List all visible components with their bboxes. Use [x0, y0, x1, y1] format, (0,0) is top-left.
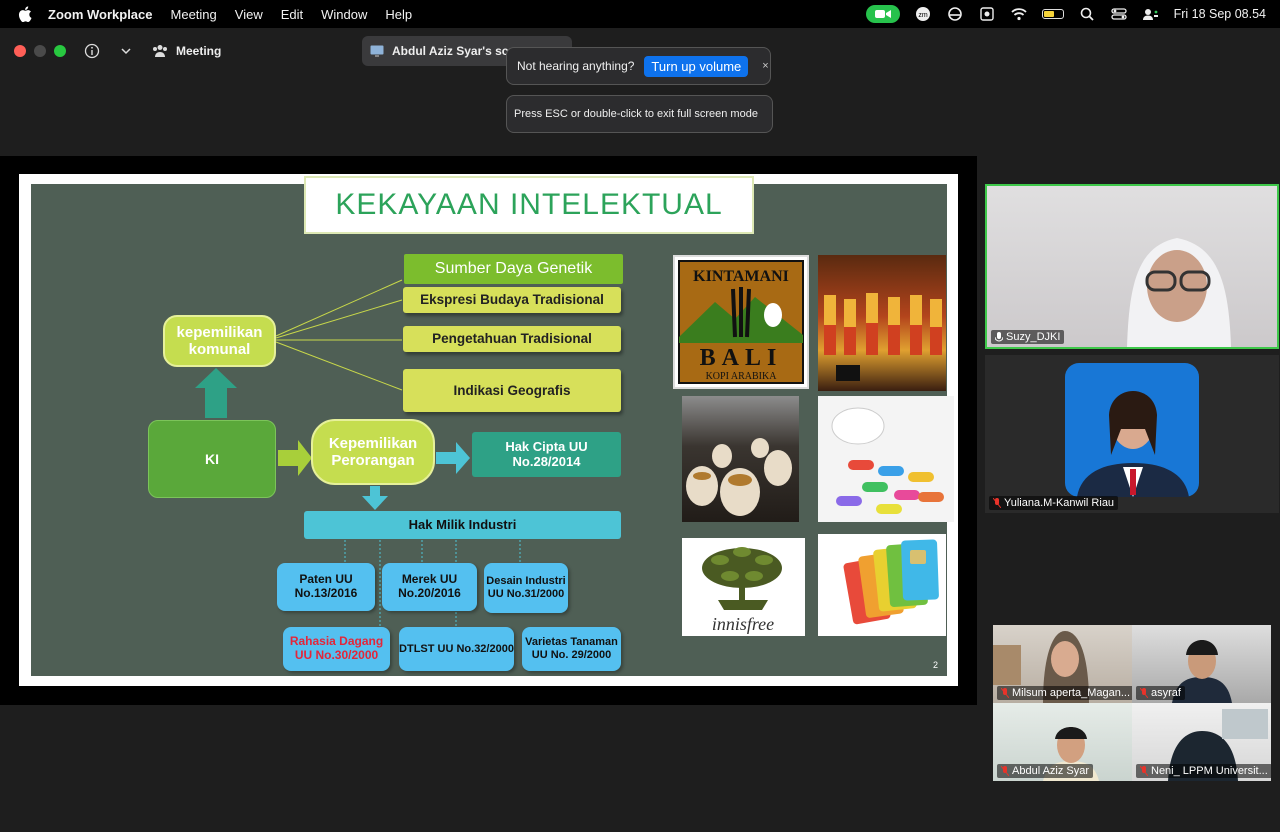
muted-mic-icon — [1140, 688, 1148, 698]
participant-tile[interactable]: Milsum aperta_Magan... — [993, 625, 1132, 703]
sim-cards-image — [818, 534, 946, 636]
desain-industri-box: Desain Industri UU No.31/2000 — [484, 563, 568, 613]
pengetahuan-tradisional-box: Pengetahuan Tradisional — [403, 326, 621, 352]
muted-mic-icon — [1001, 766, 1009, 776]
participant-name-label: Neni_ LPPM Universit... — [1136, 764, 1271, 778]
hak-cipta-box: Hak Cipta UU No.28/2014 — [472, 432, 621, 477]
muted-mic-icon — [1140, 766, 1148, 776]
participant-name-label: Yuliana.M-Kanwil Riau — [989, 496, 1119, 510]
kepemilikan-perorangan-box: Kepemilikan Perorangan — [311, 419, 435, 485]
varietas-tanaman-box: Varietas Tanaman UU No. 29/2000 — [522, 627, 621, 671]
ekspresi-budaya-box: Ekspresi Budaya Tradisional — [403, 287, 621, 313]
participant-name-label: Milsum aperta_Magan... — [997, 686, 1132, 700]
ceramic-cups-image — [682, 396, 799, 522]
kintamani-logo-image: KINTAMANI BALI KOPI ARABIKA — [673, 255, 809, 389]
balinese-dancers-image — [818, 255, 946, 391]
innisfree-logo-image: innisfree — [682, 538, 805, 636]
kepemilikan-komunal-box: kepemilikan komunal — [163, 315, 276, 367]
muted-mic-icon — [1001, 688, 1009, 698]
pills-image — [818, 396, 954, 522]
participant-tile[interactable]: asyraf — [1132, 625, 1271, 703]
participant-tile-active-speaker[interactable]: Suzy_DJKI — [985, 184, 1279, 349]
muted-mic-icon — [993, 498, 1001, 508]
svg-text:KINTAMANI: KINTAMANI — [693, 268, 789, 285]
dtlst-box: DTLST UU No.32/2000 — [399, 627, 514, 671]
participant-name-label: asyraf — [1136, 686, 1185, 700]
speaking-icon — [995, 332, 1003, 342]
participant-tile[interactable]: Yuliana.M-Kanwil Riau — [985, 355, 1279, 513]
hak-milik-industri-box: Hak Milik Industri — [304, 511, 621, 539]
participant-name-label: Abdul Aziz Syar — [997, 764, 1094, 778]
rahasia-dagang-box: Rahasia Dagang UU No.30/2000 — [283, 627, 390, 671]
paten-box: Paten UU No.13/2016 — [277, 563, 375, 611]
svg-text:BALI: BALI — [700, 345, 783, 371]
sumber-daya-genetik-box: Sumber Daya Genetik — [404, 254, 623, 284]
participant-tile[interactable]: Neni_ LPPM Universit... — [1132, 703, 1271, 781]
svg-text:KOPI ARABIKA: KOPI ARABIKA — [706, 371, 778, 382]
indikasi-geografis-box: Indikasi Geografis — [403, 369, 621, 412]
innisfree-logo-text: innisfree — [712, 614, 774, 634]
slide-page-number: 2 — [933, 660, 939, 670]
merek-box: Merek UU No.20/2016 — [382, 563, 477, 611]
participant-tile[interactable]: Abdul Aziz Syar — [993, 703, 1132, 781]
ki-box: KI — [148, 420, 276, 498]
participant-name-label: Suzy_DJKI — [991, 330, 1065, 344]
